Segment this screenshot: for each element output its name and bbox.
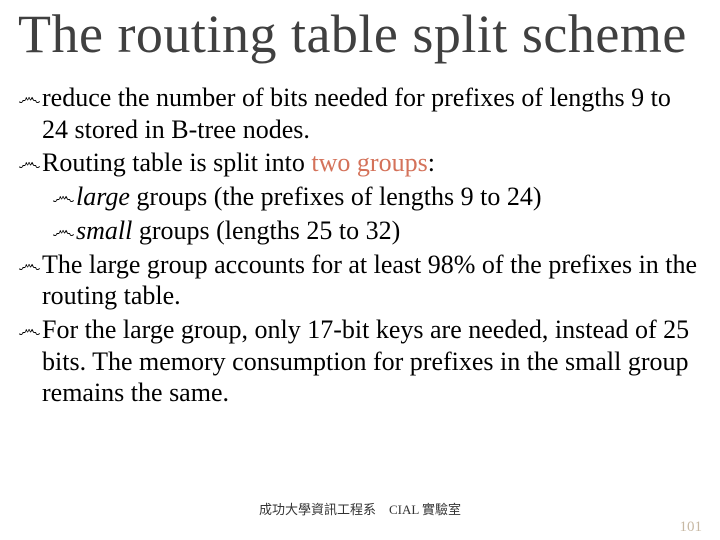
slide-title: The routing table split scheme [0, 0, 720, 63]
bullet-item: ෴ For the large group, only 17-bit keys … [18, 314, 700, 409]
footer-text: 成功大學資訊工程系 CIAL 實驗室 [0, 499, 720, 518]
bullet-icon: ෴ [18, 147, 42, 178]
bullet-post: : [428, 148, 435, 177]
bullet-icon: ෴ [52, 215, 76, 246]
bullet-item: ෴ The large group accounts for at least … [18, 249, 700, 312]
bullet-accent: two groups [311, 148, 427, 177]
bullet-text: For the large group, only 17-bit keys ar… [42, 314, 700, 409]
sub-rest: groups (the prefixes of lengths 9 to 24) [130, 182, 542, 211]
italic-word: large [76, 182, 130, 211]
bullet-text: Routing table is split into two groups: [42, 147, 700, 179]
bullet-icon: ෴ [52, 181, 76, 212]
italic-word: small [76, 216, 132, 245]
sub-bullet-text: small groups (lengths 25 to 32) [76, 215, 700, 247]
bullet-icon: ෴ [18, 249, 42, 280]
bullet-item: ෴ reduce the number of bits needed for p… [18, 82, 700, 145]
page-number: 101 [680, 519, 703, 536]
bullet-icon: ෴ [18, 82, 42, 113]
sub-bullet-text: large groups (the prefixes of lengths 9 … [76, 181, 700, 213]
bullet-text: reduce the number of bits needed for pre… [42, 82, 700, 145]
bullet-item: ෴ Routing table is split into two groups… [18, 147, 700, 179]
bullet-icon: ෴ [18, 314, 42, 345]
sub-bullet-item: ෴ small groups (lengths 25 to 32) [52, 215, 700, 247]
bullet-text: The large group accounts for at least 98… [42, 249, 700, 312]
slide-content: ෴ reduce the number of bits needed for p… [18, 82, 700, 411]
bullet-pre: Routing table is split into [42, 148, 311, 177]
sub-rest: groups (lengths 25 to 32) [132, 216, 400, 245]
sub-bullet-item: ෴ large groups (the prefixes of lengths … [52, 181, 700, 213]
